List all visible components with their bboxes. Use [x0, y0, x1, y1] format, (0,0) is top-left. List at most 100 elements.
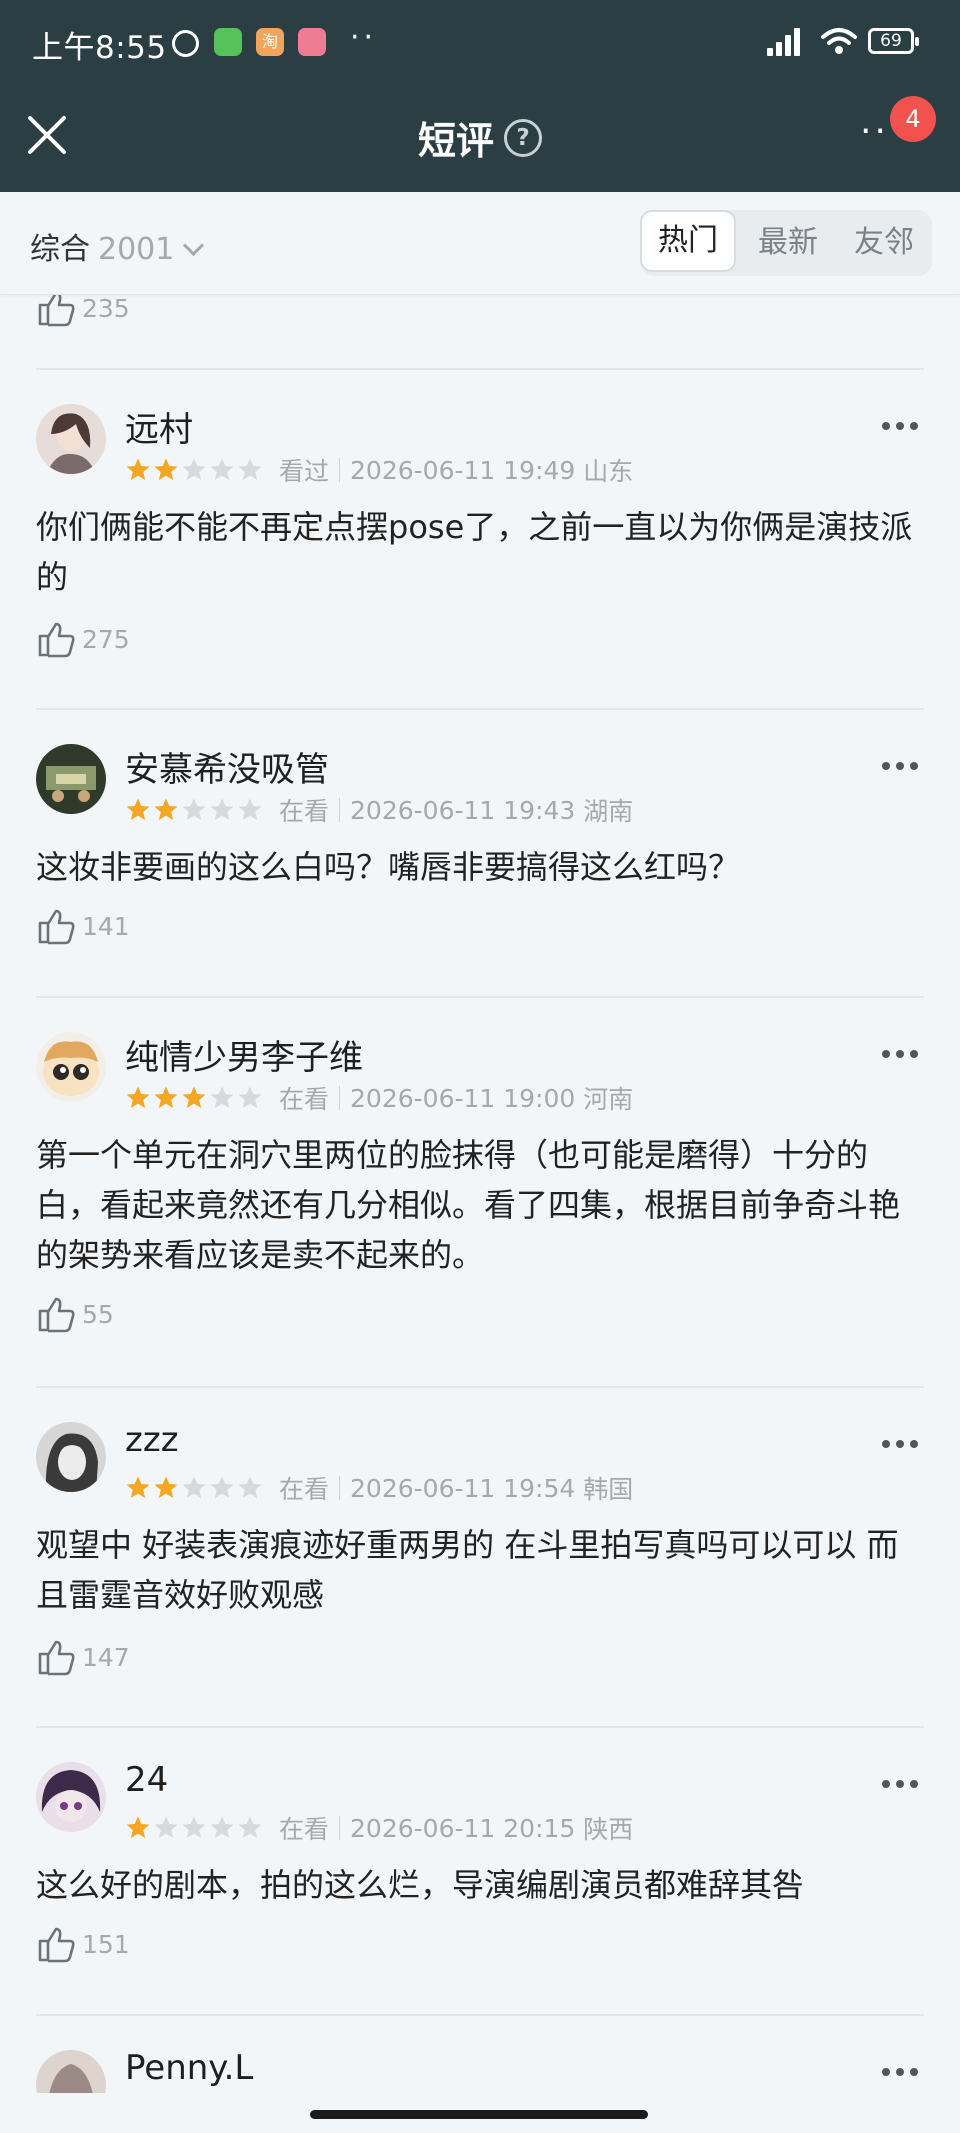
watch-status: 在看 — [279, 797, 330, 826]
comment-datetime: 2026-06-11 19:00 — [350, 1083, 576, 1113]
star-rating — [125, 457, 265, 483]
alarm-icon — [172, 30, 199, 57]
app-notification-icon — [298, 28, 326, 56]
wechat-icon — [214, 28, 242, 56]
star-empty-icon — [182, 798, 206, 820]
like-button[interactable]: 151 — [36, 1924, 130, 1964]
star-empty-icon — [210, 798, 234, 820]
star-empty-icon — [238, 1086, 262, 1108]
avatar[interactable] — [36, 744, 106, 814]
star-filled-icon — [154, 1086, 178, 1108]
notification-badge: 4 — [890, 96, 936, 142]
home-indicator[interactable] — [310, 2110, 648, 2119]
like-count: 235 — [82, 293, 130, 323]
comment-location: 陕西 — [583, 1815, 634, 1844]
more-options-icon[interactable] — [880, 2066, 920, 2078]
sort-label: 综合 — [30, 232, 90, 267]
tab-hot[interactable]: 热门 — [640, 210, 736, 272]
star-empty-icon — [238, 1476, 262, 1498]
like-button[interactable]: 55 — [36, 1294, 114, 1334]
comment-count: 2001 — [98, 232, 175, 267]
comment-meta: 在看 2026-06-11 19:54 韩国 — [125, 1470, 633, 1506]
avatar[interactable] — [36, 1422, 106, 1492]
star-filled-icon — [126, 798, 150, 820]
star-filled-icon — [126, 1476, 150, 1498]
divider — [36, 2014, 924, 2016]
more-options-icon[interactable] — [880, 420, 920, 432]
username[interactable]: 纯情少男李子维 — [125, 1030, 363, 1079]
comment-meta: 在看 2026-06-11 19:43 湖南 — [125, 792, 633, 828]
thumbs-up-icon — [38, 1927, 75, 1963]
taobao-icon: 淘 — [256, 28, 284, 56]
watch-status: 在看 — [279, 1475, 330, 1504]
filter-bar: 综合 2001 热门 最新 友邻 — [0, 192, 960, 295]
username[interactable]: zzz — [125, 1420, 179, 1460]
avatar[interactable] — [36, 404, 106, 474]
star-empty-icon — [210, 458, 234, 480]
star-rating — [125, 1085, 265, 1111]
star-empty-icon — [210, 1476, 234, 1498]
star-empty-icon — [238, 798, 262, 820]
star-empty-icon — [210, 1816, 234, 1838]
battery-icon: 69 — [868, 28, 919, 54]
divider — [36, 1386, 924, 1388]
more-options-icon[interactable] — [880, 1048, 920, 1060]
thumbs-up-icon — [38, 1640, 75, 1676]
comment-text: 这么好的剧本，拍的这么烂，导演编剧演员都难辞其咎 — [36, 1866, 805, 1904]
help-icon[interactable]: ? — [504, 118, 542, 157]
tab-friends[interactable]: 友邻 — [836, 212, 932, 274]
username[interactable]: Penny.L — [125, 2048, 253, 2088]
tab-group: 热门 最新 友邻 — [640, 210, 932, 276]
signal-icon — [767, 28, 800, 56]
comment-meta: 在看 2026-06-11 20:15 陕西 — [125, 1810, 633, 1846]
comment-location: 河南 — [583, 1085, 634, 1114]
comment-text: 第一个单元在洞穴里两位的脸抹得（也可能是磨得）十分的白，看起来竟然还有几分相似。… — [36, 1136, 901, 1274]
comment-datetime: 2026-06-11 19:49 — [350, 455, 576, 485]
like-count: 55 — [82, 1299, 114, 1329]
sort-dropdown[interactable]: 综合 2001 — [30, 224, 205, 268]
comment-location: 韩国 — [583, 1475, 634, 1504]
wifi-icon — [821, 28, 857, 54]
like-button[interactable]: 141 — [36, 906, 130, 946]
comment-datetime: 2026-06-11 19:54 — [350, 1473, 576, 1503]
comment-text: 观望中 好装表演痕迹好重两男的 在斗里拍写真吗可以可以 而且雷霆音效好败观感 — [36, 1526, 899, 1614]
comment-text: 这妆非要画的这么白吗？嘴唇非要搞得这么红吗？ — [36, 848, 741, 886]
tab-latest[interactable]: 最新 — [740, 212, 836, 274]
star-filled-icon — [126, 458, 150, 480]
like-button[interactable]: 275 — [36, 619, 130, 659]
comment-meta: 在看 2026-06-11 19:00 河南 — [125, 1080, 633, 1116]
star-filled-icon — [126, 1816, 150, 1838]
star-rating — [125, 1815, 265, 1841]
username[interactable]: 安慕希没吸管 — [125, 742, 329, 791]
like-count: 275 — [82, 624, 130, 654]
like-button[interactable]: 147 — [36, 1637, 130, 1677]
thumbs-up-icon — [38, 909, 75, 945]
more-menu-icon[interactable]: ·· — [860, 112, 889, 152]
star-rating — [125, 1475, 265, 1501]
avatar[interactable] — [36, 1762, 106, 1832]
app-header: 上午8:55 淘 ·· 69 短评? ·· 4 — [0, 0, 960, 192]
comment-datetime: 2026-06-11 19:43 — [350, 795, 576, 825]
divider — [36, 708, 924, 710]
watch-status: 看过 — [279, 457, 330, 486]
divider — [36, 996, 924, 998]
like-count: 141 — [82, 911, 130, 941]
divider — [36, 368, 924, 370]
star-empty-icon — [238, 458, 262, 480]
star-filled-icon — [154, 798, 178, 820]
more-notifications-icon: ·· — [350, 20, 378, 55]
username[interactable]: 远村 — [125, 402, 193, 451]
avatar[interactable] — [36, 1032, 106, 1102]
like-count: 147 — [82, 1642, 130, 1672]
comment-datetime: 2026-06-11 20:15 — [350, 1813, 576, 1843]
more-options-icon[interactable] — [880, 1438, 920, 1450]
star-empty-icon — [210, 1086, 234, 1108]
divider — [36, 1726, 924, 1728]
star-filled-icon — [126, 1086, 150, 1108]
more-options-icon[interactable] — [880, 760, 920, 772]
username[interactable]: 24 — [125, 1760, 168, 1800]
watch-status: 在看 — [279, 1085, 330, 1114]
star-filled-icon — [182, 1086, 206, 1108]
chevron-down-icon — [183, 234, 205, 257]
more-options-icon[interactable] — [880, 1778, 920, 1790]
